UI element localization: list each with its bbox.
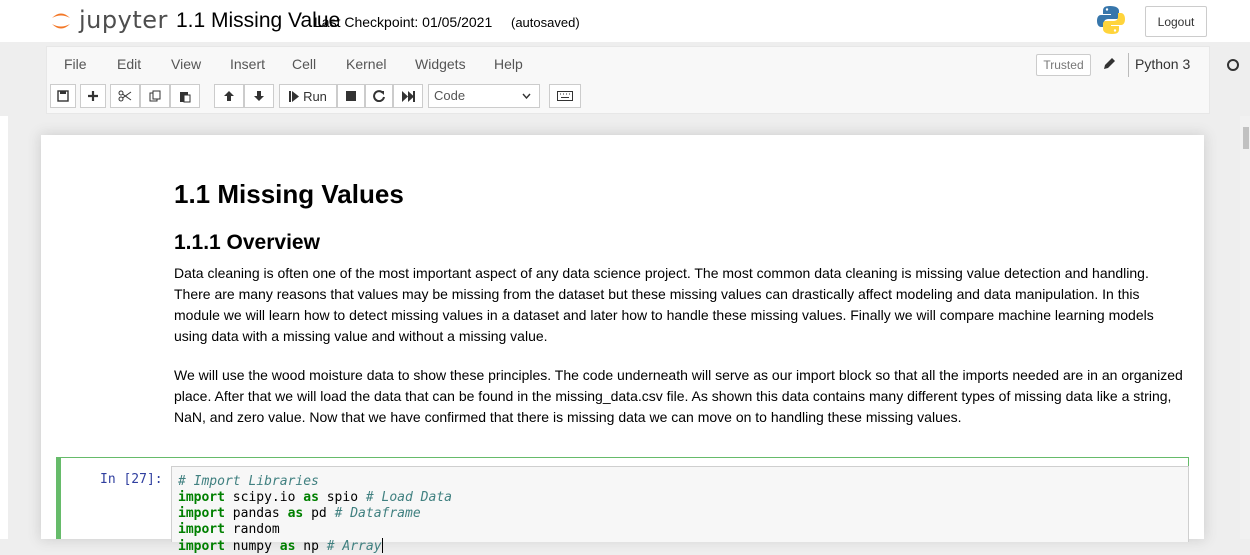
cell-type-value: Code	[434, 88, 466, 103]
left-edge	[0, 116, 8, 539]
jupyter-logo-icon[interactable]	[50, 9, 72, 33]
notebook-heading-1: 1.1 Missing Values	[174, 179, 404, 209]
step-forward-icon	[289, 90, 300, 102]
keyboard-icon	[557, 91, 573, 101]
menubar: File Edit View Insert Cell Kernel Widget…	[46, 46, 1239, 82]
restart-button[interactable]	[365, 84, 393, 108]
copy-icon	[149, 90, 161, 102]
toolbar: Run Code	[46, 82, 1210, 114]
command-palette-button[interactable]	[549, 84, 581, 108]
fast-forward-icon	[401, 90, 415, 102]
save-icon	[57, 90, 69, 102]
code-line: import numpy as np # Array	[178, 538, 383, 554]
code-cell[interactable]: In [27]: # Import Libraries import scipy…	[56, 457, 1189, 554]
chevron-down-icon	[522, 93, 531, 99]
cut-button[interactable]	[110, 84, 140, 108]
arrow-down-icon	[254, 91, 264, 101]
input-prompt: In [27]:	[100, 472, 163, 487]
code-line: import random	[178, 522, 280, 537]
code-editor[interactable]: # Import Libraries import scipy.io as sp…	[171, 466, 1189, 554]
restart-run-all-button[interactable]	[393, 84, 423, 108]
kernel-name[interactable]: Python 3	[1135, 56, 1190, 72]
checkpoint-status: Last Checkpoint: 01/05/2021	[314, 14, 493, 30]
menu-view[interactable]: View	[171, 56, 201, 72]
scrollbar-thumb[interactable]	[1243, 127, 1249, 149]
trusted-indicator[interactable]: Trusted	[1036, 54, 1091, 76]
menu-cell[interactable]: Cell	[292, 56, 316, 72]
markdown-paragraph-2: We will use the wood moisture data to sh…	[174, 367, 1183, 425]
save-button[interactable]	[50, 84, 76, 108]
logout-button[interactable]: Logout	[1145, 6, 1207, 37]
menu-kernel[interactable]: Kernel	[346, 56, 386, 72]
kernel-separator	[1128, 53, 1129, 77]
copy-button[interactable]	[140, 84, 170, 108]
markdown-paragraph-1: Data cleaning is often one of the most i…	[174, 265, 1154, 344]
menu-help[interactable]: Help	[494, 56, 523, 72]
notebook-site: 1.1 Missing Values 1.1.1 Overview Data c…	[0, 116, 1250, 554]
pencil-icon[interactable]	[1102, 57, 1116, 71]
move-down-button[interactable]	[244, 84, 274, 108]
run-button[interactable]: Run	[279, 84, 337, 108]
arrow-up-icon	[224, 91, 234, 101]
text-cursor	[381, 538, 383, 553]
insert-cell-button[interactable]	[80, 84, 106, 108]
cell-type-select[interactable]: Code	[428, 84, 540, 108]
run-label: Run	[303, 88, 327, 104]
menu-file[interactable]: File	[64, 56, 87, 72]
plus-icon	[88, 91, 98, 101]
jupyter-logo-text[interactable]: jupyter	[79, 6, 168, 34]
scissors-icon	[118, 90, 132, 102]
paste-icon	[180, 91, 191, 102]
kernel-idle-icon	[1227, 59, 1239, 71]
paste-button[interactable]	[170, 84, 200, 108]
code-line: # Import Libraries	[178, 474, 319, 489]
notebook-container: 1.1 Missing Values 1.1.1 Overview Data c…	[41, 135, 1204, 554]
notebook-heading-2: 1.1.1 Overview	[174, 231, 320, 254]
code-line: import pandas as pd # Dataframe	[178, 506, 421, 521]
menu-widgets[interactable]: Widgets	[415, 56, 466, 72]
menu-insert[interactable]: Insert	[230, 56, 265, 72]
python-logo-icon	[1097, 6, 1125, 34]
autosave-status: (autosaved)	[511, 15, 580, 30]
stop-icon	[346, 91, 356, 101]
menu-edit[interactable]: Edit	[117, 56, 141, 72]
restart-icon	[373, 90, 385, 102]
code-line: import scipy.io as spio # Load Data	[178, 490, 452, 505]
header: jupyter 1.1 Missing Value Last Checkpoin…	[0, 0, 1250, 42]
interrupt-button[interactable]	[337, 84, 365, 108]
scrollbar[interactable]	[1240, 116, 1250, 539]
move-up-button[interactable]	[214, 84, 244, 108]
